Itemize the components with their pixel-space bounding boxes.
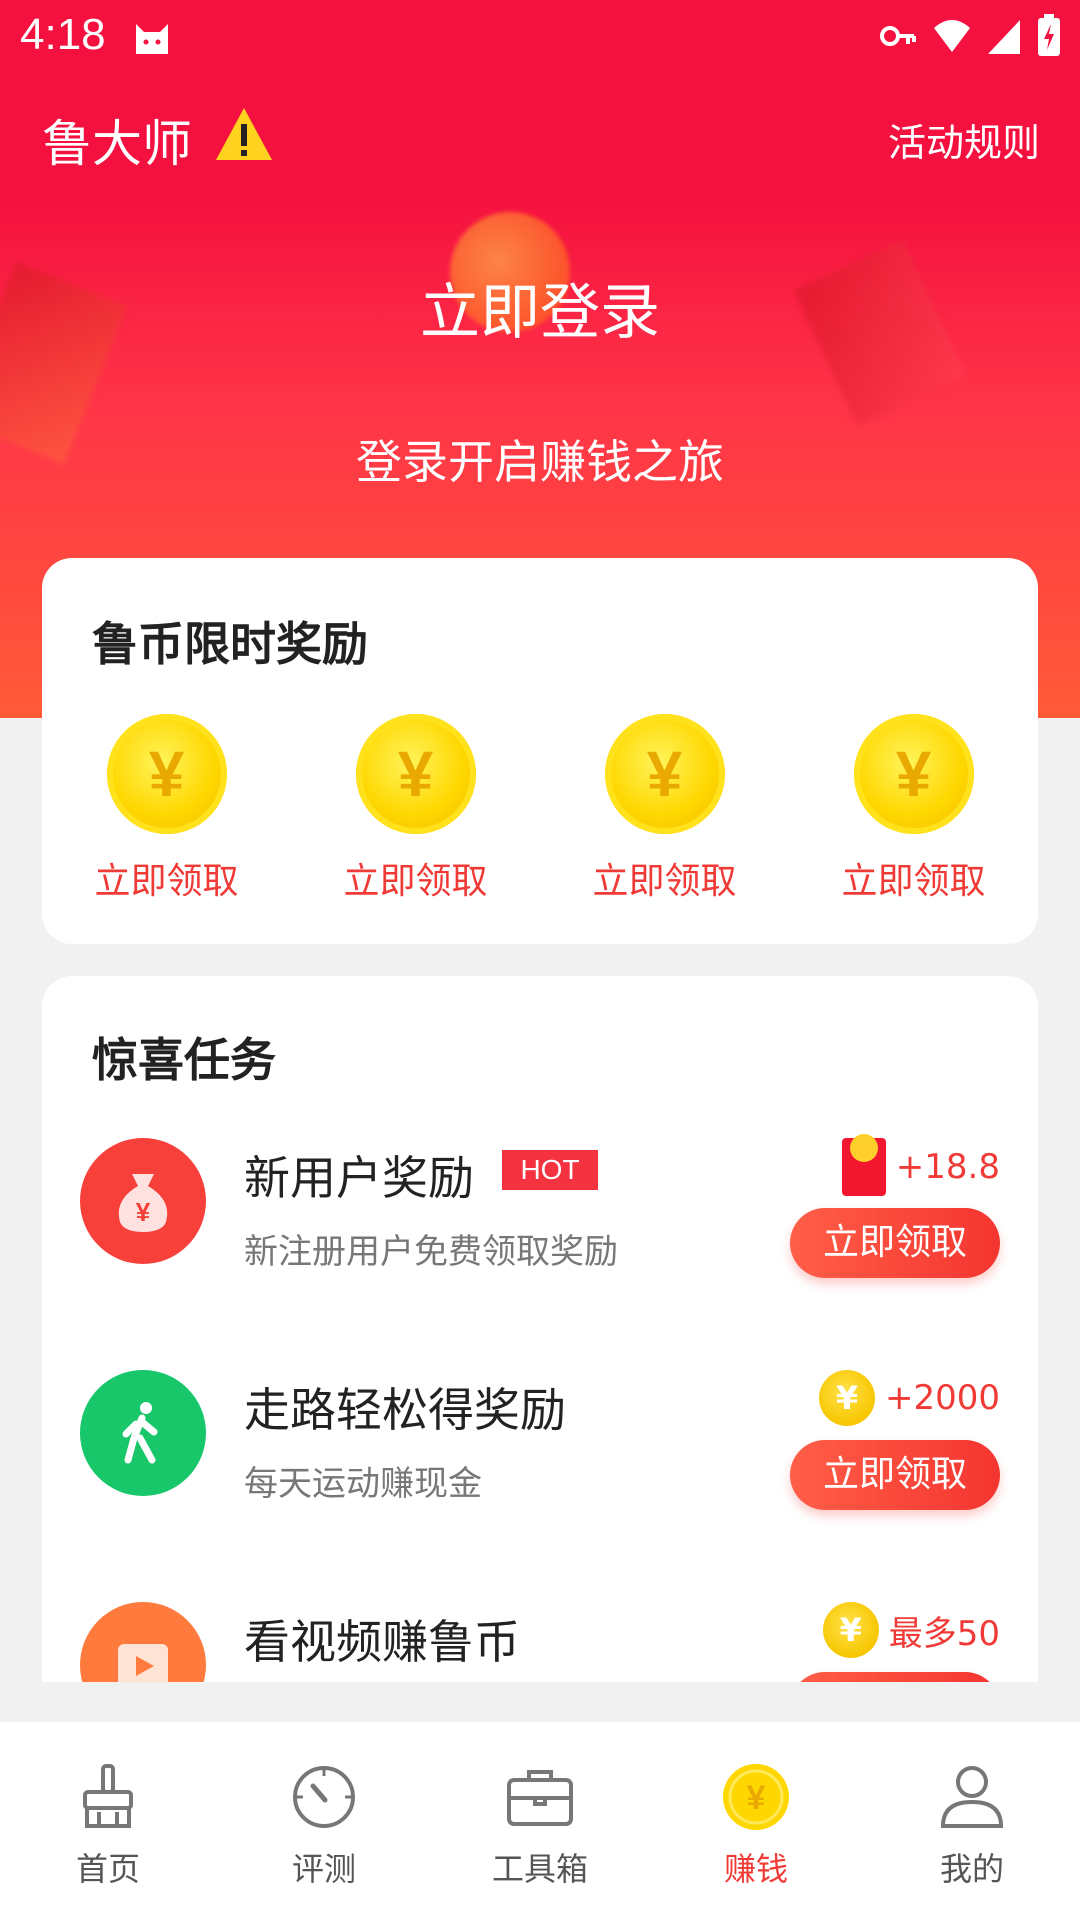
coin-reward-card: 鲁币限时奖励 ¥ 立即领取 ¥ 立即领取 ¥ 立即领取 ¥ 立即领取 <box>42 558 1038 944</box>
claim-button[interactable]: 立即领取 <box>790 1440 1000 1510</box>
claim-label: 立即领取 <box>94 861 239 902</box>
broom-icon <box>83 1764 133 1828</box>
coins-row: ¥ 立即领取 ¥ 立即领取 ¥ 立即领取 ¥ 立即领取 <box>42 714 1038 904</box>
warning-icon[interactable] <box>214 106 274 162</box>
claim-label: 立即领取 <box>841 861 986 902</box>
task-row: 走路轻松得奖励 每天运动赚现金 ¥ +2000 立即领取 <box>42 1370 1038 1570</box>
svg-text:¥: ¥ <box>747 1779 766 1817</box>
activity-rules-link[interactable]: 活动规则 <box>888 112 1040 167</box>
coin-icon: ¥ <box>853 714 974 834</box>
login-button[interactable]: 立即登录 <box>0 264 1080 351</box>
battery-icon <box>1038 14 1060 56</box>
app-title: 鲁大师 <box>42 115 192 173</box>
vpn-key-icon <box>880 26 916 46</box>
cat-notification-icon <box>136 24 168 54</box>
claim-label: 立即领取 <box>592 861 737 902</box>
task-row: 看视频赚鲁币 ¥ 最多50 <box>42 1602 1038 1682</box>
task-description: 每天运动赚现金 <box>244 1464 482 1504</box>
task-name: 走路轻松得奖励 <box>244 1383 566 1437</box>
nav-item-home[interactable]: 首页 <box>0 1722 216 1920</box>
coin-reward-item[interactable]: ¥ 立即领取 <box>42 714 291 904</box>
status-time: 4:18 <box>20 10 106 59</box>
hero-subtitle: 登录开启赚钱之旅 <box>356 435 724 489</box>
coin-icon: ¥ <box>106 714 227 834</box>
coin-icon: ¥ <box>818 1370 875 1426</box>
coin-reward-item[interactable]: ¥ 立即领取 <box>540 714 789 904</box>
nav-label: 赚钱 <box>723 1850 788 1888</box>
task-description: 新注册用户免费领取奖励 <box>244 1232 618 1272</box>
coin-icon: ¥ <box>355 714 476 834</box>
surprise-task-card: 惊喜任务 ¥ 新用户奖励 HOT 新注册用户免费领取奖励 +18.8 立即领取 … <box>42 976 1038 1682</box>
nav-item-benchmark[interactable]: 评测 <box>216 1722 432 1920</box>
nav-label: 首页 <box>75 1850 140 1888</box>
nav-item-toolbox[interactable]: 工具箱 <box>432 1722 648 1920</box>
app-header: 鲁大师 活动规则 <box>0 76 1080 198</box>
reward-amount: ¥ +2000 <box>818 1370 1000 1426</box>
money-bag-icon: ¥ <box>80 1138 206 1264</box>
task-name: 看视频赚鲁币 <box>244 1615 520 1669</box>
claim-button[interactable]: 立即领取 <box>790 1208 1000 1278</box>
nav-label: 评测 <box>291 1850 356 1888</box>
nav-item-profile[interactable]: 我的 <box>864 1722 1080 1920</box>
coin-icon: ¥ <box>822 1602 879 1658</box>
coin-reward-item[interactable]: ¥ 立即领取 <box>789 714 1038 904</box>
svg-text:¥: ¥ <box>136 1197 151 1227</box>
reward-amount: +18.8 <box>841 1134 1000 1196</box>
reward-amount: ¥ 最多50 <box>822 1602 1000 1658</box>
coin-reward-item[interactable]: ¥ 立即领取 <box>291 714 540 904</box>
walking-person-icon <box>80 1370 206 1496</box>
bottom-navigation: 首页 评测 工具箱 ¥ 赚钱 我的 <box>0 1722 1080 1920</box>
status-bar: 4:18 <box>0 0 1080 76</box>
card-title: 惊喜任务 <box>92 1033 276 1087</box>
signal-icon <box>988 20 1020 54</box>
claim-button[interactable] <box>790 1672 1000 1682</box>
claim-label: 立即领取 <box>343 861 488 902</box>
gauge-icon <box>293 1766 355 1828</box>
task-row: ¥ 新用户奖励 HOT 新注册用户免费领取奖励 +18.8 立即领取 <box>42 1134 1038 1338</box>
nav-label: 我的 <box>939 1850 1004 1888</box>
card-title: 鲁币限时奖励 <box>92 617 368 671</box>
nav-label: 工具箱 <box>491 1850 588 1888</box>
status-icons <box>878 14 1062 58</box>
hot-badge: HOT <box>502 1150 598 1190</box>
task-name: 新用户奖励 <box>244 1151 474 1205</box>
wifi-icon <box>934 20 970 52</box>
nav-item-earn[interactable]: ¥ 赚钱 <box>648 1722 864 1920</box>
user-icon <box>940 1766 1004 1828</box>
coin-icon: ¥ <box>604 714 725 834</box>
red-envelope-icon <box>841 1134 886 1196</box>
video-play-icon <box>80 1602 206 1682</box>
coin-icon: ¥ <box>723 1764 789 1830</box>
toolbox-icon <box>507 1770 573 1826</box>
